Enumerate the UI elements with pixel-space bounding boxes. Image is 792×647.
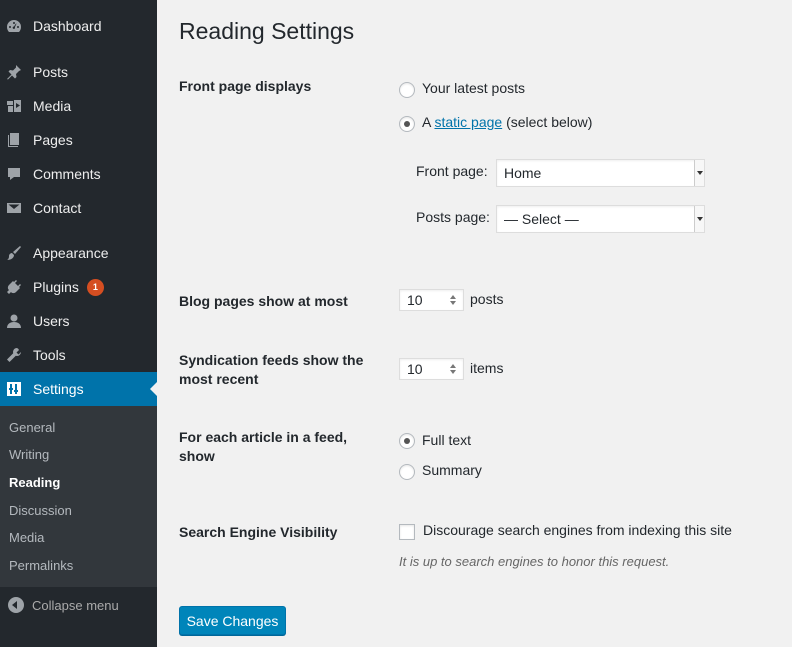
chevron-down-icon <box>694 206 704 232</box>
discourage-search-label: Discourage search engines from indexing … <box>423 522 732 538</box>
radio-summary-label: Summary <box>422 462 482 478</box>
menu-item-tools[interactable]: Tools <box>0 338 157 372</box>
menu-label-tools: Tools <box>33 347 66 363</box>
collapse-menu-label: Collapse menu <box>32 597 119 613</box>
spinner-icon[interactable] <box>447 292 459 308</box>
radio-summary[interactable] <box>399 464 415 480</box>
pin-icon <box>6 64 22 80</box>
radio-full-text-label: Full text <box>422 432 472 448</box>
syndication-label-line2: most recent <box>179 371 259 387</box>
collapse-arrow-icon <box>8 597 24 613</box>
menu-label-settings: Settings <box>33 381 84 397</box>
menu-label-contact: Contact <box>33 200 82 216</box>
submenu-discussion[interactable]: Discussion <box>9 503 72 518</box>
static-suffix: (select below) <box>506 114 593 130</box>
blog-pages-label: Blog pages show at most <box>179 293 348 309</box>
menu-item-comments[interactable]: Comments <box>0 157 157 191</box>
syndication-unit: items <box>470 360 504 376</box>
radio-static-page[interactable] <box>399 116 415 132</box>
menu-label-users: Users <box>33 313 70 329</box>
submenu-reading[interactable]: Reading <box>9 475 60 490</box>
admin-sidebar: Dashboard Posts Media Pages Comments Con… <box>0 0 158 647</box>
menu-label-dashboard: Dashboard <box>33 18 102 34</box>
settings-submenu: General Writing Reading Discussion Media… <box>0 406 157 587</box>
page-title: Reading Settings <box>179 18 355 44</box>
posts-page-select-label: Posts page: <box>416 209 490 225</box>
comment-icon <box>6 166 22 182</box>
plug-icon <box>6 279 22 295</box>
radio-full-text[interactable] <box>399 433 415 449</box>
collapse-menu-button[interactable]: Collapse menu <box>0 587 157 623</box>
user-icon <box>6 313 22 329</box>
blog-pages-value: 10 <box>407 292 423 308</box>
menu-item-media[interactable]: Media <box>0 89 157 123</box>
save-changes-button[interactable]: Save Changes <box>179 606 286 635</box>
static-prefix: A <box>422 114 431 130</box>
menu-label-pages: Pages <box>33 132 73 148</box>
radio-latest-posts[interactable] <box>399 82 415 98</box>
syndication-value: 10 <box>407 361 423 377</box>
brush-icon <box>6 245 22 261</box>
radio-latest-posts-label: Your latest posts <box>422 80 525 96</box>
discourage-search-checkbox[interactable] <box>399 524 415 540</box>
menu-label-appearance: Appearance <box>33 245 109 261</box>
submenu-permalinks[interactable]: Permalinks <box>9 558 73 573</box>
front-page-select-value: Home <box>504 165 542 181</box>
feed-article-label-line1: For each article in a feed, <box>179 429 348 445</box>
menu-item-posts[interactable]: Posts <box>0 55 157 89</box>
front-page-select-label: Front page: <box>416 163 488 179</box>
syndication-number-input[interactable]: 10 <box>399 358 464 380</box>
menu-label-comments: Comments <box>33 166 101 182</box>
search-visibility-description: It is up to search engines to honor this… <box>399 554 670 569</box>
feed-article-label-line2: show <box>179 448 215 464</box>
search-visibility-label: Search Engine Visibility <box>179 524 338 540</box>
plugins-update-badge: 1 <box>86 278 104 296</box>
menu-label-media: Media <box>33 98 72 114</box>
menu-item-pages[interactable]: Pages <box>0 123 157 157</box>
radio-static-page-label: A static page (select below) <box>422 114 592 130</box>
chevron-down-icon <box>694 160 704 186</box>
menu-label-plugins: Plugins <box>33 279 79 295</box>
menu-item-plugins[interactable]: Plugins 1 <box>0 270 157 304</box>
pages-icon <box>6 132 22 148</box>
settings-icon <box>6 381 22 397</box>
spinner-icon[interactable] <box>447 361 459 377</box>
menu-item-appearance[interactable]: Appearance <box>0 236 157 270</box>
submenu-media[interactable]: Media <box>9 530 44 545</box>
dashboard-icon <box>6 18 22 34</box>
front-page-displays-label: Front page displays <box>179 78 312 94</box>
envelope-icon <box>6 200 22 216</box>
submenu-general[interactable]: General <box>9 420 55 435</box>
front-page-select[interactable]: Home <box>496 159 705 187</box>
menu-item-contact[interactable]: Contact <box>0 191 157 225</box>
syndication-label-line1: Syndication feeds show the <box>179 352 364 368</box>
menu-label-posts: Posts <box>33 64 69 80</box>
blog-pages-unit: posts <box>470 291 504 307</box>
submenu-writing[interactable]: Writing <box>9 447 49 462</box>
media-icon <box>6 98 22 114</box>
menu-item-dashboard[interactable]: Dashboard <box>0 9 157 43</box>
blog-pages-number-input[interactable]: 10 <box>399 289 464 311</box>
syndication-label: Syndication feeds show the most recent <box>179 351 379 389</box>
posts-page-select-value: — Select — <box>504 211 579 227</box>
menu-item-settings[interactable]: Settings <box>0 372 158 406</box>
posts-page-select[interactable]: — Select — <box>496 205 705 233</box>
static-page-link[interactable]: static page <box>434 114 502 130</box>
feed-article-label: For each article in a feed, show <box>179 428 379 466</box>
menu-item-users[interactable]: Users <box>0 304 157 338</box>
wrench-icon <box>6 347 22 363</box>
